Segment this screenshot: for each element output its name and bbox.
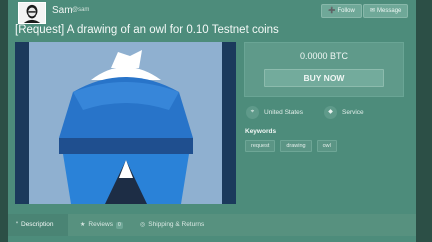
globe-icon: ◎ bbox=[140, 222, 146, 228]
follow-label: Follow bbox=[337, 8, 355, 14]
buy-now-button[interactable]: BUY NOW bbox=[264, 69, 384, 87]
store-header: Sam @sam ➕ Follow ✉ Message bbox=[8, 0, 416, 24]
listing-type-info: ◆ Service bbox=[324, 105, 364, 119]
follow-button[interactable]: ➕ Follow bbox=[321, 4, 362, 18]
reviews-count-badge: 0 bbox=[115, 222, 123, 229]
keyword-tags: request drawing owl bbox=[245, 140, 337, 152]
location-label: United States bbox=[264, 108, 304, 116]
message-label: Message bbox=[377, 8, 402, 14]
keyword-tag[interactable]: request bbox=[245, 140, 276, 152]
star-icon: ★ bbox=[80, 222, 86, 228]
envelope-icon: ✉ bbox=[370, 8, 376, 14]
owl-drawing-image bbox=[15, 42, 236, 204]
keyword-tag[interactable]: drawing bbox=[280, 140, 312, 152]
user-plus-icon: ➕ bbox=[328, 8, 336, 14]
tab-reviews[interactable]: ★ Reviews 0 bbox=[76, 214, 123, 236]
listing-tabs: “Description ★ Reviews 0 ◎ Shipping & Retur… bbox=[8, 214, 416, 236]
tab-shipping-label: Shipping & Returns bbox=[148, 221, 205, 228]
listing-image[interactable] bbox=[15, 42, 236, 204]
price-value: 0.0000 BTC bbox=[299, 51, 349, 61]
location-info: ⌖ United States bbox=[246, 105, 303, 119]
message-button[interactable]: ✉ Message bbox=[363, 4, 409, 18]
listing-type-label: Service bbox=[342, 108, 364, 116]
keywords-heading: Keywords bbox=[245, 128, 277, 135]
listing-title: [Request] A drawing of an owl for 0.10 T… bbox=[15, 24, 279, 36]
tab-description-label: Description bbox=[21, 221, 54, 228]
tag-icon: ◆ bbox=[324, 105, 337, 119]
avatar-portrait-icon bbox=[19, 3, 45, 23]
price-panel: 0.0000 BTC BUY NOW bbox=[244, 42, 404, 97]
user-name[interactable]: Sam bbox=[52, 5, 73, 16]
avatar[interactable] bbox=[18, 2, 46, 24]
keyword-tag[interactable]: owl bbox=[316, 140, 337, 152]
user-handle: @sam bbox=[72, 7, 90, 13]
tab-shipping-returns[interactable]: ◎ Shipping & Returns bbox=[136, 214, 204, 236]
tab-description[interactable]: “Description bbox=[8, 214, 68, 236]
tab-reviews-label: Reviews bbox=[88, 221, 113, 228]
quote-icon: “ bbox=[16, 222, 18, 228]
map-pin-icon: ⌖ bbox=[246, 105, 259, 119]
